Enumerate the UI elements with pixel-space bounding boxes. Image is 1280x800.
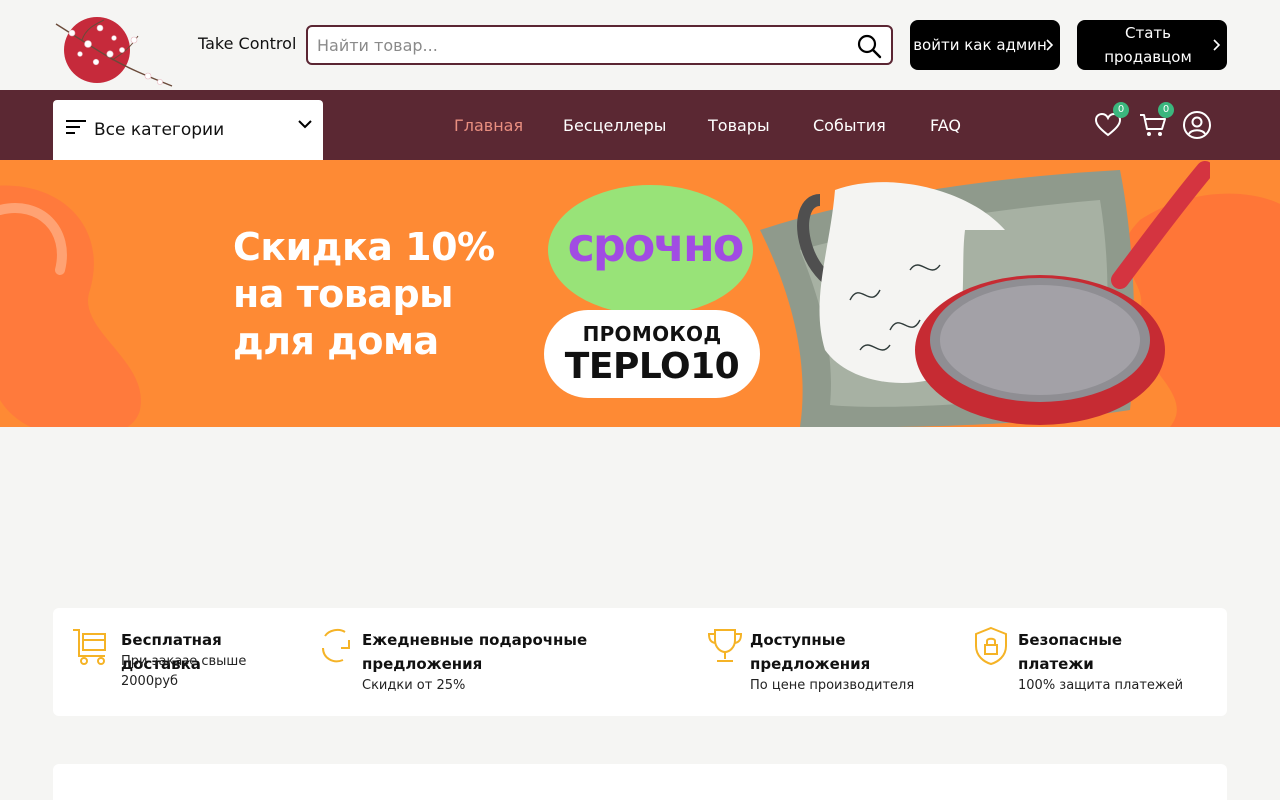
- promo-banner[interactable]: Скидка 10% на товары для дома срочно ПРО…: [0, 160, 1280, 427]
- urgent-label: срочно: [567, 218, 745, 272]
- admin-login-button[interactable]: войти как админ: [910, 20, 1060, 70]
- brand-name: Take Control: [198, 34, 297, 53]
- promo-code-pill: ПРОМОКОД TEPLO10: [544, 310, 760, 398]
- become-seller-label: Стать продавцом: [1104, 24, 1192, 66]
- nav-link-bestsellers[interactable]: Бесцеллеры: [563, 116, 666, 135]
- promo-title-line: Скидка 10%: [233, 225, 495, 269]
- sakura-logo[interactable]: [52, 14, 176, 90]
- admin-login-label: войти как админ: [913, 36, 1047, 54]
- feature-desc: Скидки от 25%: [362, 678, 466, 693]
- feature-daily-gifts: Ежедневные подарочные предложения Скидки…: [303, 608, 693, 716]
- decorative-blob: [0, 185, 141, 427]
- feature-desc: 100% защита платежей: [1018, 678, 1184, 693]
- become-seller-button[interactable]: Стать продавцом: [1077, 20, 1227, 70]
- user-circle-icon: [1183, 111, 1211, 139]
- feature-desc: При заказе свыше 2000руб: [121, 654, 247, 689]
- menu-lines-icon: [66, 120, 86, 134]
- wishlist-count-badge: 0: [1113, 102, 1129, 118]
- categories-label: Все категории: [94, 120, 225, 140]
- chevron-right-icon: [1046, 39, 1054, 51]
- feature-title: Доступные предложения: [750, 631, 871, 673]
- chevron-down-icon: [298, 120, 312, 129]
- search-input[interactable]: [308, 27, 838, 63]
- feature-title: Безопасные платежи: [1018, 631, 1123, 673]
- cart-icon: [73, 629, 106, 665]
- feature-secure-payments: Безопасные платежи 100% защита платежей: [963, 608, 1227, 716]
- feature-affordable: Доступные предложения По цене производит…: [693, 608, 963, 716]
- promo-code-value: TEPLO10: [564, 346, 740, 387]
- feature-free-delivery: Бесплатная доставка При заказе свыше 200…: [53, 608, 303, 716]
- wishlist-button[interactable]: 0: [1093, 102, 1129, 140]
- promo-title-line: для дома: [233, 319, 439, 363]
- trophy-icon: [707, 629, 743, 662]
- nav-link-faq[interactable]: FAQ: [930, 116, 961, 135]
- cart-count-badge: 0: [1158, 102, 1174, 118]
- chevron-right-icon: [1213, 39, 1221, 51]
- refresh-icon: [322, 628, 350, 663]
- content-card: [53, 764, 1227, 800]
- promo-code-label: ПРОМОКОД: [582, 322, 722, 346]
- promo-title: Скидка 10% на товары для дома: [233, 224, 495, 365]
- home-goods-illustration: [760, 161, 1210, 427]
- features-strip: Бесплатная доставка При заказе свыше 200…: [53, 608, 1227, 716]
- search-icon[interactable]: [856, 33, 882, 59]
- nav-link-events[interactable]: События: [813, 116, 886, 135]
- nav-link-home[interactable]: Главная: [454, 116, 523, 135]
- cart-button[interactable]: 0: [1138, 102, 1174, 140]
- shield-lock-icon: [975, 626, 1007, 666]
- search-box: [306, 25, 893, 65]
- top-header: Take Control войти как админ Стать прода…: [0, 0, 1280, 90]
- promo-title-line: на товары: [233, 272, 454, 316]
- feature-title: Ежедневные подарочные предложения: [362, 631, 588, 673]
- profile-button[interactable]: [1182, 110, 1212, 140]
- main-navbar: Все категории Главная Бесцеллеры Товары …: [0, 90, 1280, 160]
- nav-link-products[interactable]: Товары: [708, 116, 770, 135]
- categories-dropdown[interactable]: Все категории: [53, 100, 323, 160]
- feature-desc: По цене производителя: [750, 678, 915, 693]
